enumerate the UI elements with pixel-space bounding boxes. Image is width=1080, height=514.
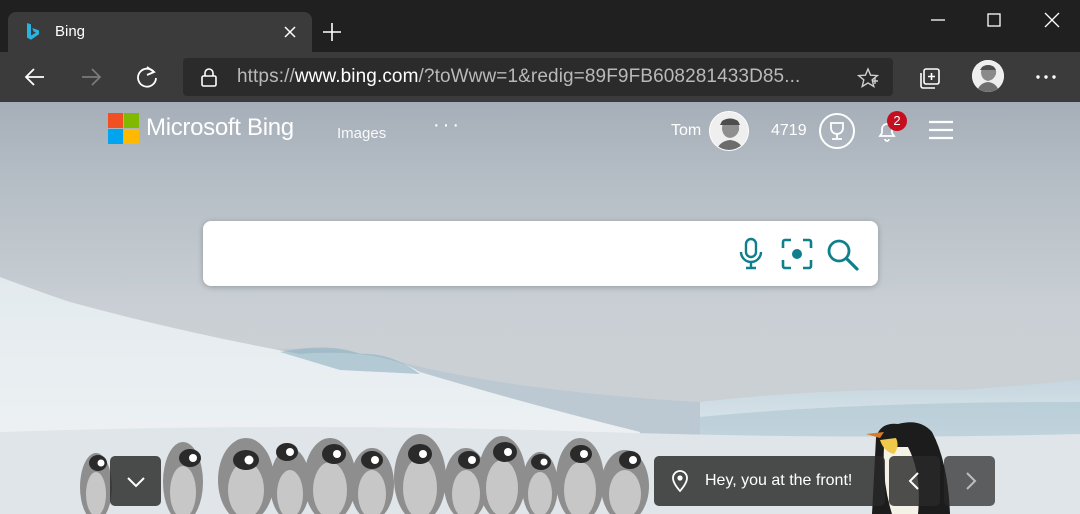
user-avatar[interactable]: [709, 111, 749, 151]
lock-icon[interactable]: [199, 67, 219, 87]
user-name[interactable]: Tom: [671, 122, 701, 140]
chevron-down-icon: [127, 477, 145, 488]
hamburger-menu-icon[interactable]: [928, 119, 954, 141]
notification-badge: 2: [887, 111, 907, 131]
url-text[interactable]: https://www.bing.com/?toWww=1&redig=89F9…: [237, 66, 800, 88]
url-host: www.bing.com: [294, 66, 419, 87]
url-path: /?toWww=1&redig=89F9FB608281433D85...: [418, 66, 801, 87]
maximize-icon[interactable]: [982, 8, 1006, 32]
microphone-icon[interactable]: [737, 237, 765, 271]
tab-title: Bing: [55, 23, 86, 40]
rewards-points[interactable]: 4719: [771, 122, 807, 140]
brand-name[interactable]: Microsoft Bing: [146, 114, 294, 142]
image-caption[interactable]: Hey, you at the front!: [654, 456, 885, 506]
title-bar: Bing: [0, 0, 1080, 52]
user-portrait-icon: [710, 112, 748, 150]
address-bar[interactable]: https://www.bing.com/?toWww=1&redig=89F9…: [183, 58, 893, 96]
minimize-icon[interactable]: [926, 8, 950, 32]
plus-icon[interactable]: [320, 20, 344, 44]
more-icon[interactable]: [1033, 64, 1059, 90]
search-icon[interactable]: [825, 237, 861, 273]
caption-text[interactable]: Hey, you at the front!: [705, 472, 852, 490]
next-image-button[interactable]: [944, 456, 995, 506]
nav-images-link[interactable]: Images: [337, 125, 386, 142]
window-close-icon[interactable]: [1040, 8, 1064, 32]
chevron-left-icon: [908, 472, 919, 490]
trophy-icon[interactable]: [818, 112, 856, 150]
bing-favicon-icon: [27, 23, 39, 40]
previous-image-button[interactable]: [889, 456, 940, 506]
browser-profile-avatar[interactable]: [972, 60, 1004, 92]
arrow-left-icon[interactable]: [22, 64, 48, 90]
search-input[interactable]: [221, 235, 721, 273]
close-icon[interactable]: [280, 22, 300, 42]
profile-portrait-icon: [972, 60, 1004, 92]
url-scheme: https://: [237, 66, 295, 87]
collections-icon[interactable]: [918, 65, 944, 91]
tab-bing[interactable]: Bing: [8, 12, 312, 52]
nav-more-menu[interactable]: ···: [433, 114, 462, 137]
browser-toolbar: https://www.bing.com/?toWww=1&redig=89F9…: [0, 52, 1080, 102]
scroll-down-button[interactable]: [110, 456, 161, 506]
background-image: [0, 277, 1080, 514]
visual-search-icon[interactable]: [780, 237, 814, 271]
location-pin-icon: [672, 470, 688, 492]
refresh-icon[interactable]: [134, 64, 160, 90]
microsoft-logo-icon[interactable]: [108, 113, 139, 144]
bing-homepage: Microsoft Bing Images ··· Tom 4719 2 Hey…: [0, 102, 1080, 514]
chevron-right-icon: [966, 472, 977, 490]
arrow-right-icon[interactable]: [78, 64, 104, 90]
star-icon[interactable]: [857, 67, 879, 89]
search-box[interactable]: [203, 221, 878, 286]
